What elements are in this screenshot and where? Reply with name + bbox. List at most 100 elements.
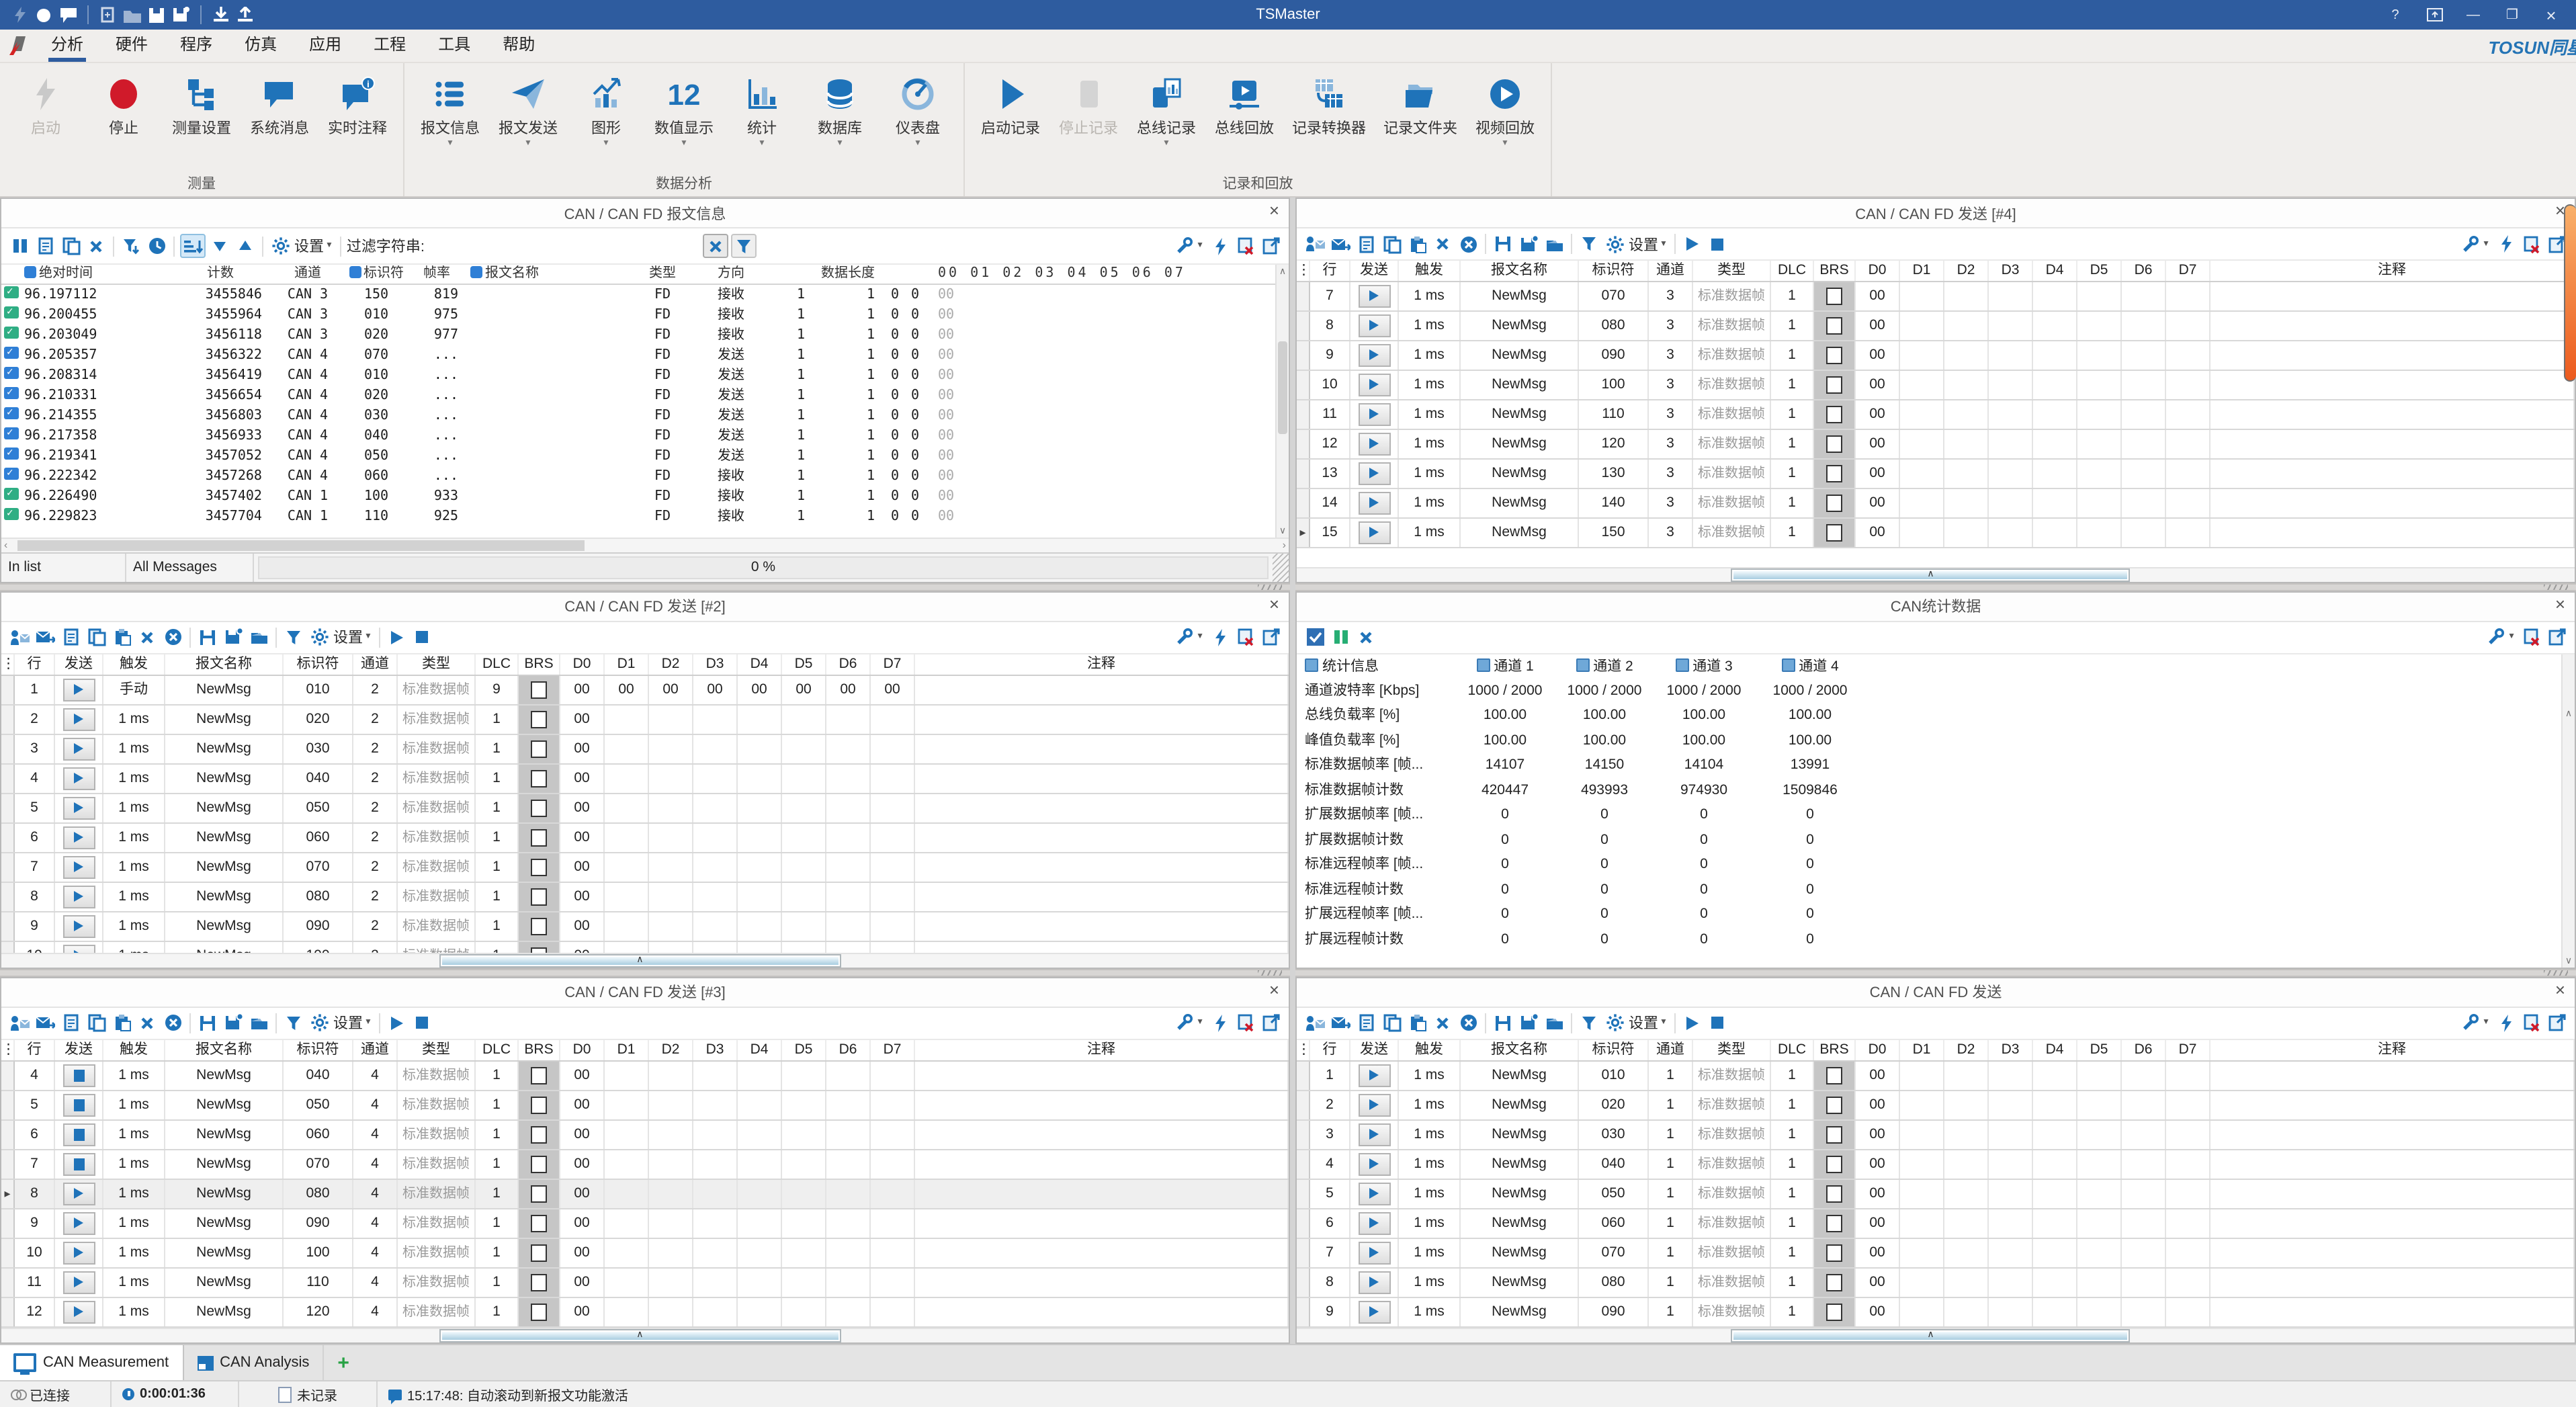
splitter[interactable] [1295,969,2576,977]
panel-titlebar[interactable]: CAN / CAN FD 报文信息 × [1,199,1289,228]
send-toggle-button[interactable] [1358,284,1390,307]
column-header[interactable]: D3 [1989,261,2033,281]
brs-checkbox[interactable] [1826,347,1842,364]
table-row[interactable]: 71 msNewMsg0703标准数据帧100 [1297,282,2575,312]
column-header[interactable]: 计数 [171,265,270,284]
wrench-icon[interactable] [1172,235,1195,257]
column-header[interactable]: 标识符 [284,654,353,675]
save-as-icon[interactable] [1517,1013,1540,1034]
column-header[interactable]: D0 [560,1040,605,1060]
vertical-scrollbar[interactable]: ∧∨ [1275,265,1289,538]
scrollbar-thumb[interactable] [1734,1332,2128,1340]
column-header[interactable]: 通道 [1649,261,1693,281]
stop-all-icon[interactable] [411,627,434,648]
delete-all-icon[interactable] [1457,1013,1479,1034]
brs-checkbox[interactable] [1826,317,1842,335]
column-header[interactable]: D5 [2077,261,2122,281]
column-header[interactable]: 类型 [398,654,476,675]
table-row[interactable]: 扩展远程帧率 [帧...0000 [1297,902,2575,927]
table-row[interactable]: 96.1971123455846CAN 3150819FD接收110000 [1,285,1289,305]
insert-message-icon[interactable] [34,1013,56,1034]
copy-selection-icon[interactable] [85,627,108,648]
brs-checkbox[interactable] [531,1244,547,1262]
column-header[interactable]: D3 [693,1040,738,1060]
brs-checkbox[interactable] [1826,1185,1842,1203]
close-icon[interactable]: × [1269,980,1279,1000]
column-header[interactable]: D0 [560,654,605,675]
column-header[interactable]: 绝对时间 [20,265,171,284]
splitter[interactable] [0,583,1290,591]
table-row[interactable]: 31 msNewMsg0301标准数据帧100 [1297,1121,2575,1150]
table-row[interactable]: 111 msNewMsg1103标准数据帧100 [1297,400,2575,430]
time-mode-icon[interactable] [145,235,168,257]
delete-icon[interactable] [136,627,159,648]
send-toggle-button[interactable] [62,826,95,849]
send-toggle-button[interactable] [62,1093,95,1116]
table-row[interactable]: 121 msNewMsg1204标准数据帧100 [1,1298,1289,1328]
float-window-icon[interactable] [2545,627,2568,648]
brs-checkbox[interactable] [531,1304,547,1321]
copy-page-icon[interactable] [59,627,82,648]
column-header[interactable]: D5 [2077,1040,2122,1060]
chevron-down-icon[interactable]: ▼ [364,1019,372,1027]
horizontal-scrollbar[interactable] [1,953,1289,968]
column-header[interactable]: D6 [2122,1040,2166,1060]
table-row[interactable]: 81 msNewMsg0802标准数据帧100 [1,883,1289,912]
chevron-down-icon[interactable]: ▼ [2482,240,2490,248]
flash-small-icon[interactable] [1208,1013,1231,1034]
send-toggle-button[interactable] [1358,1093,1390,1116]
filter-icon[interactable] [282,1013,305,1034]
column-header[interactable]: D7 [2166,261,2210,281]
brs-checkbox[interactable] [531,1097,547,1114]
table-row[interactable]: 11 msNewMsg0101标准数据帧100 [1297,1062,2575,1091]
sort-asc-icon[interactable] [234,235,257,257]
column-header[interactable]: D3 [1989,1040,2033,1060]
column-header[interactable]: 注释 [2210,1040,2575,1060]
column-header[interactable]: 发送 [1350,261,1399,281]
close-window-icon[interactable] [2520,1013,2542,1034]
save-icon[interactable] [1492,1013,1514,1034]
save-icon[interactable] [196,627,219,648]
brs-checkbox[interactable] [531,1156,547,1173]
brs-checkbox[interactable] [531,918,547,935]
filter-icon[interactable] [282,627,305,648]
table-row[interactable]: ▸151 msNewMsg1503标准数据帧100 [1297,519,2575,548]
gear-icon[interactable] [1603,233,1626,255]
close-window-icon[interactable] [2520,233,2542,255]
ribbon-button-启动记录[interactable]: 启动记录 [973,66,1048,151]
send-toggle-button[interactable] [1358,491,1390,514]
column-header[interactable]: 注释 [915,654,1289,675]
send-toggle-button[interactable] [1358,402,1390,425]
column-header[interactable]: 类型 [1693,1040,1771,1060]
brs-checkbox[interactable] [531,740,547,758]
column-header[interactable]: 通道 [1649,1040,1693,1060]
close-icon[interactable]: × [1269,200,1279,220]
copy-page-icon[interactable] [1355,1013,1377,1034]
ribbon-button-数值显示[interactable]: 12数值显示▼ [646,66,722,151]
wrench-icon[interactable] [2458,1013,2481,1034]
menu-item-5[interactable]: 应用 [293,28,357,62]
column-header[interactable]: DLC [1771,1040,1814,1060]
wrench-icon[interactable] [1172,1013,1195,1034]
column-header[interactable]: BRS [1814,261,1856,281]
column-header[interactable]: 通道 3 [1654,654,1754,679]
column-header[interactable]: 报文名称 [1461,261,1579,281]
column-header[interactable]: D5 [782,1040,826,1060]
send-toggle-button[interactable] [1358,1300,1390,1323]
send-toggle-button[interactable] [62,1271,95,1293]
column-header[interactable]: D2 [1944,1040,1989,1060]
panel-titlebar[interactable]: CAN / CAN FD 发送 [#2]× [1,593,1289,622]
table-row[interactable]: 71 msNewMsg0704标准数据帧100 [1,1150,1289,1180]
restore-icon[interactable]: ❐ [2503,6,2521,24]
brs-checkbox[interactable] [531,1126,547,1144]
brs-checkbox[interactable] [1826,406,1842,423]
column-header[interactable]: 帧率 [407,265,466,284]
table-row[interactable]: 标准远程帧率 [帧...0000 [1297,853,2575,878]
save-as-icon[interactable] [222,627,245,648]
clear-filter-icon[interactable] [703,234,728,258]
chevron-down-icon[interactable]: ▼ [1660,240,1668,248]
collapse-ribbon-icon[interactable] [2425,6,2443,24]
chevron-down-icon[interactable]: ▼ [1196,242,1204,250]
horizontal-scrollbar[interactable] [1297,1328,2575,1342]
column-header[interactable]: BRS [519,1040,560,1060]
